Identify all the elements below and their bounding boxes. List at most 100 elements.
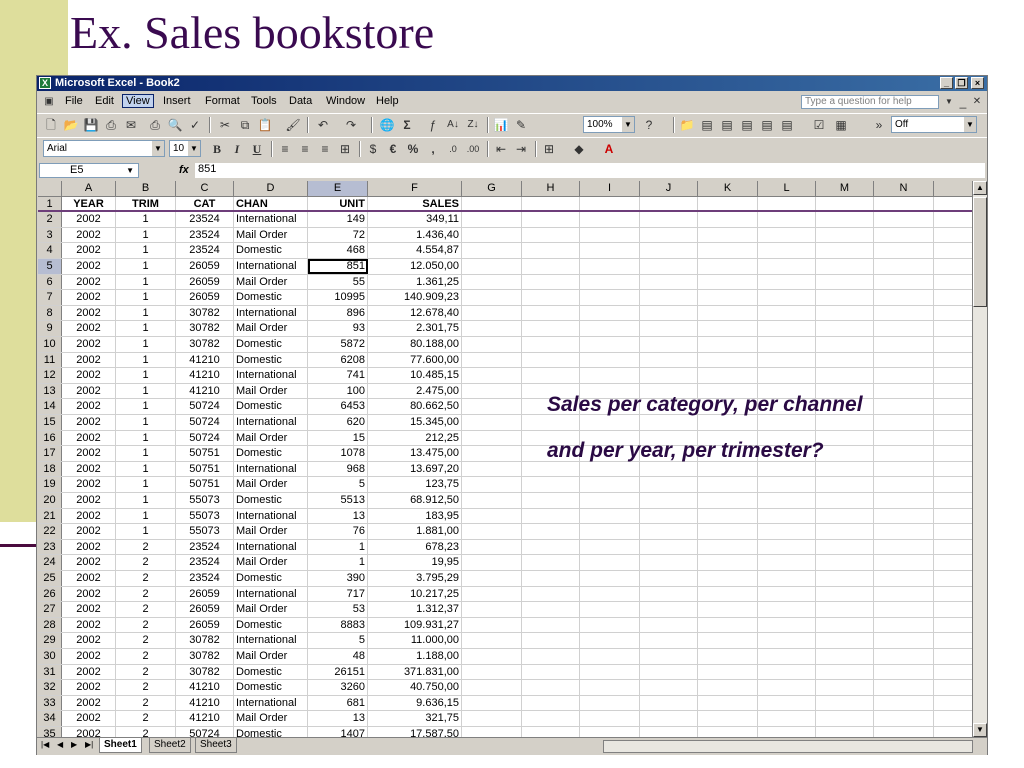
print-preview-icon[interactable]: 🔍 <box>167 117 183 133</box>
column-header[interactable]: C <box>176 181 234 196</box>
grid-cell[interactable] <box>522 602 580 617</box>
grid-cell[interactable] <box>462 415 522 430</box>
grid-cell[interactable] <box>462 539 522 555</box>
grid-cell[interactable] <box>580 274 640 290</box>
grid-cell[interactable] <box>816 493 874 508</box>
column-header[interactable]: K <box>698 181 758 196</box>
grid-cell[interactable] <box>758 695 816 711</box>
grid-cell[interactable]: 41210 <box>176 695 234 711</box>
zoom-combo[interactable]: 100% ▼ <box>583 116 635 133</box>
grid-cell[interactable] <box>462 446 522 461</box>
grid-cell[interactable] <box>874 321 934 336</box>
grid-cell[interactable] <box>874 649 934 664</box>
grid-cell[interactable] <box>874 493 934 508</box>
grid-cell[interactable]: 1 <box>116 274 176 290</box>
grid-cell[interactable] <box>758 664 816 680</box>
grid-cell[interactable] <box>640 274 698 290</box>
row-header[interactable]: 19 <box>38 477 62 492</box>
column-header[interactable]: H <box>522 181 580 196</box>
grid-cell[interactable] <box>640 633 698 648</box>
grid-cell[interactable] <box>698 571 758 586</box>
grid-cell[interactable] <box>522 633 580 648</box>
grid-cell[interactable]: 13.475,00 <box>368 446 462 461</box>
grid-cell[interactable] <box>640 352 698 368</box>
name-box[interactable]: E5 ▼ <box>39 163 139 178</box>
grid-cell[interactable] <box>640 461 698 477</box>
grid-cell[interactable]: 2002 <box>62 680 116 695</box>
grid-cell[interactable]: 4.554,87 <box>368 243 462 258</box>
row-header[interactable]: 35 <box>38 727 62 737</box>
grid-cell[interactable]: 26059 <box>176 586 234 602</box>
grid-cell[interactable] <box>522 290 580 305</box>
grid-cell[interactable] <box>698 711 758 726</box>
grid-cell[interactable]: Domestic <box>234 352 308 368</box>
grid-cell[interactable] <box>640 727 698 737</box>
grid-cell[interactable] <box>522 508 580 524</box>
grid-cell[interactable] <box>522 212 580 227</box>
grid-cell[interactable] <box>640 617 698 633</box>
grid-cell[interactable] <box>816 727 874 737</box>
menu-format[interactable]: Format <box>205 95 240 107</box>
grid-cell[interactable] <box>698 524 758 539</box>
grid-cell[interactable] <box>698 477 758 492</box>
grid-cell[interactable] <box>522 571 580 586</box>
row-header[interactable]: 23 <box>38 539 62 555</box>
grid-cell[interactable] <box>522 461 580 477</box>
grid-cell[interactable] <box>816 337 874 352</box>
grid-cell[interactable] <box>758 227 816 243</box>
grid-cell[interactable]: 2 <box>116 695 176 711</box>
grid-cell[interactable] <box>874 711 934 726</box>
grid-cell[interactable]: 9.636,15 <box>368 695 462 711</box>
grid-cell[interactable] <box>816 415 874 430</box>
grid-cell[interactable]: 2002 <box>62 524 116 539</box>
grid-cell[interactable]: 1.188,00 <box>368 649 462 664</box>
grid-cell[interactable] <box>758 368 816 383</box>
grid-cell[interactable] <box>640 368 698 383</box>
row-header[interactable]: 34 <box>38 711 62 726</box>
vertical-scrollbar[interactable]: ▲ ▼ <box>972 181 987 737</box>
font-name-combo[interactable]: Arial ▼ <box>43 140 165 157</box>
grid-cell[interactable] <box>462 602 522 617</box>
column-header[interactable]: M <box>816 181 874 196</box>
web-icon[interactable]: ▤ <box>719 117 735 133</box>
grid-cell[interactable] <box>816 243 874 258</box>
grid-cell[interactable] <box>698 602 758 617</box>
minimize-button[interactable]: _ <box>940 77 953 89</box>
grid-cell[interactable] <box>758 259 816 274</box>
grid-cell[interactable] <box>580 321 640 336</box>
grid-cell[interactable]: 30782 <box>176 649 234 664</box>
underline-icon[interactable]: U <box>249 141 265 157</box>
grid-cell[interactable]: 11.000,00 <box>368 633 462 648</box>
grid-cell[interactable] <box>640 290 698 305</box>
grid-cell[interactable] <box>874 633 934 648</box>
row-header[interactable]: 1 <box>38 196 62 211</box>
grid-cell[interactable] <box>758 243 816 258</box>
row-header[interactable]: 7 <box>38 290 62 305</box>
grid-cell[interactable]: 26059 <box>176 602 234 617</box>
copy-icon[interactable]: ⧉ <box>237 117 253 133</box>
pivot-icon[interactable]: ▤ <box>779 117 795 133</box>
grid-cell[interactable] <box>758 539 816 555</box>
grid-cell[interactable] <box>462 368 522 383</box>
grid-cell[interactable] <box>758 461 816 477</box>
grid-cell[interactable] <box>758 524 816 539</box>
grid-cell[interactable] <box>580 711 640 726</box>
grid-cell[interactable] <box>522 539 580 555</box>
sheet-tab-2[interactable]: Sheet2 <box>149 738 191 753</box>
row-header[interactable]: 31 <box>38 664 62 680</box>
off-combo[interactable]: Off ▼ <box>891 116 977 133</box>
field-header-cell[interactable] <box>816 196 874 211</box>
grid-cell[interactable]: 1 <box>116 430 176 446</box>
grid-cell[interactable] <box>462 430 522 446</box>
grid-cell[interactable] <box>698 555 758 570</box>
column-header[interactable]: E <box>308 181 368 196</box>
grid-cell[interactable] <box>758 680 816 695</box>
grid-cell[interactable]: 1 <box>116 383 176 399</box>
grid-cell[interactable] <box>462 524 522 539</box>
field-header-cell[interactable] <box>758 196 816 211</box>
field-header-cell[interactable] <box>462 196 522 211</box>
grid-cell[interactable] <box>874 508 934 524</box>
checkbox-icon[interactable]: ☑ <box>811 117 827 133</box>
grid-cell[interactable]: 2002 <box>62 415 116 430</box>
font-color-icon[interactable]: A <box>601 141 617 157</box>
